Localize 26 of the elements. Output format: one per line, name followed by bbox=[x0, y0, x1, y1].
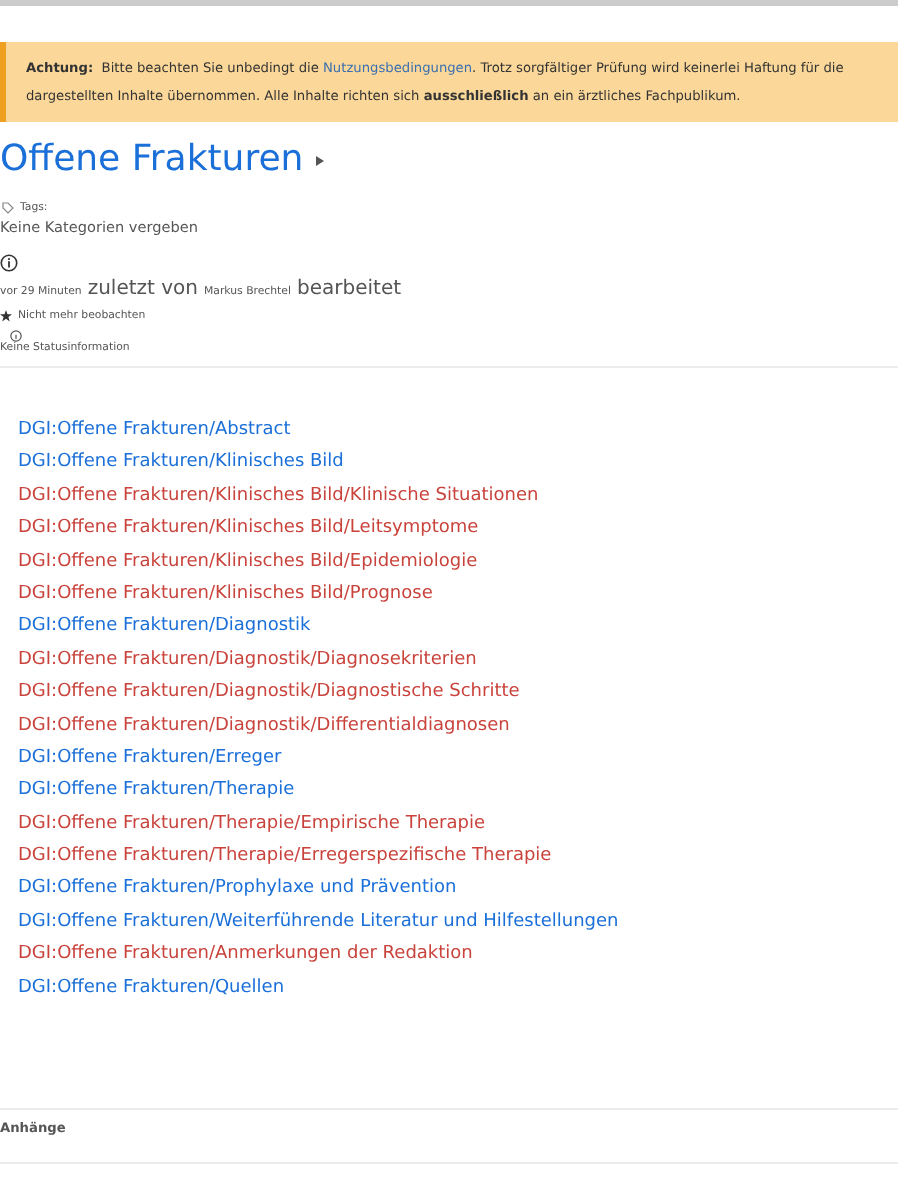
page-link[interactable]: DGI:Offene Frakturen/Anmerkungen der Redaktion bbox=[18, 944, 473, 965]
page-link[interactable]: DGI:Offene Frakturen/Therapie bbox=[18, 780, 295, 801]
page-link[interactable]: DGI:Offene Frakturen/Weiterführende Literatur und Hilfestellungen bbox=[18, 911, 619, 932]
page-link[interactable]: DGI:Offene Frakturen/Klinisches Bild/Epidemiologie bbox=[18, 551, 478, 572]
page-link[interactable]: DGI:Offene Frakturen/Quellen bbox=[18, 977, 285, 998]
page-link[interactable]: DGI:Offene Frakturen/Prophylaxe und Prävention bbox=[18, 878, 457, 899]
page-link[interactable]: DGI:Offene Frakturen/Erreger bbox=[18, 747, 282, 768]
page-title: Offene Frakturen bbox=[0, 138, 304, 180]
page-link[interactable]: DGI:Offene Frakturen/Klinisches Bild/Prognose bbox=[18, 583, 433, 604]
page-link[interactable]: DGI:Offene Frakturen/Klinisches Bild/Klinische Situationen bbox=[18, 485, 539, 506]
page-link[interactable]: DGI:Offene Frakturen/Klinisches Bild/Leitsymptome bbox=[18, 518, 479, 539]
page-link[interactable]: DGI:Offene Frakturen/Therapie/Erregerspezifische Therapie bbox=[18, 846, 552, 867]
page-link[interactable]: DGI:Offene Frakturen/Klinisches Bild bbox=[18, 452, 344, 473]
page-link[interactable]: DGI:Offene Frakturen/Diagnostik bbox=[18, 616, 311, 637]
info-icon bbox=[10, 330, 22, 342]
page-link[interactable]: DGI:Offene Frakturen/Abstract bbox=[18, 420, 291, 440]
page-link[interactable]: DGI:Offene Frakturen/Therapie/Empirische Therapie bbox=[18, 813, 486, 834]
edit-phrase: zuletzt von bbox=[87, 278, 198, 300]
caret-icon[interactable] bbox=[315, 156, 324, 166]
tag-icon bbox=[2, 202, 14, 214]
page-link[interactable]: DGI:Offene Frakturen/Diagnostik/Diagnostische Schritte bbox=[18, 682, 520, 703]
page-link[interactable]: DGI:Offene Frakturen/Diagnostik/Diagnosekriterien bbox=[18, 649, 477, 670]
page-link[interactable]: DGI:Offene Frakturen/Diagnostik/Differentialdiagnosen bbox=[18, 715, 510, 736]
edit-action: bearbeitet bbox=[297, 278, 402, 300]
info-icon bbox=[0, 254, 18, 272]
star-icon[interactable] bbox=[0, 310, 12, 322]
